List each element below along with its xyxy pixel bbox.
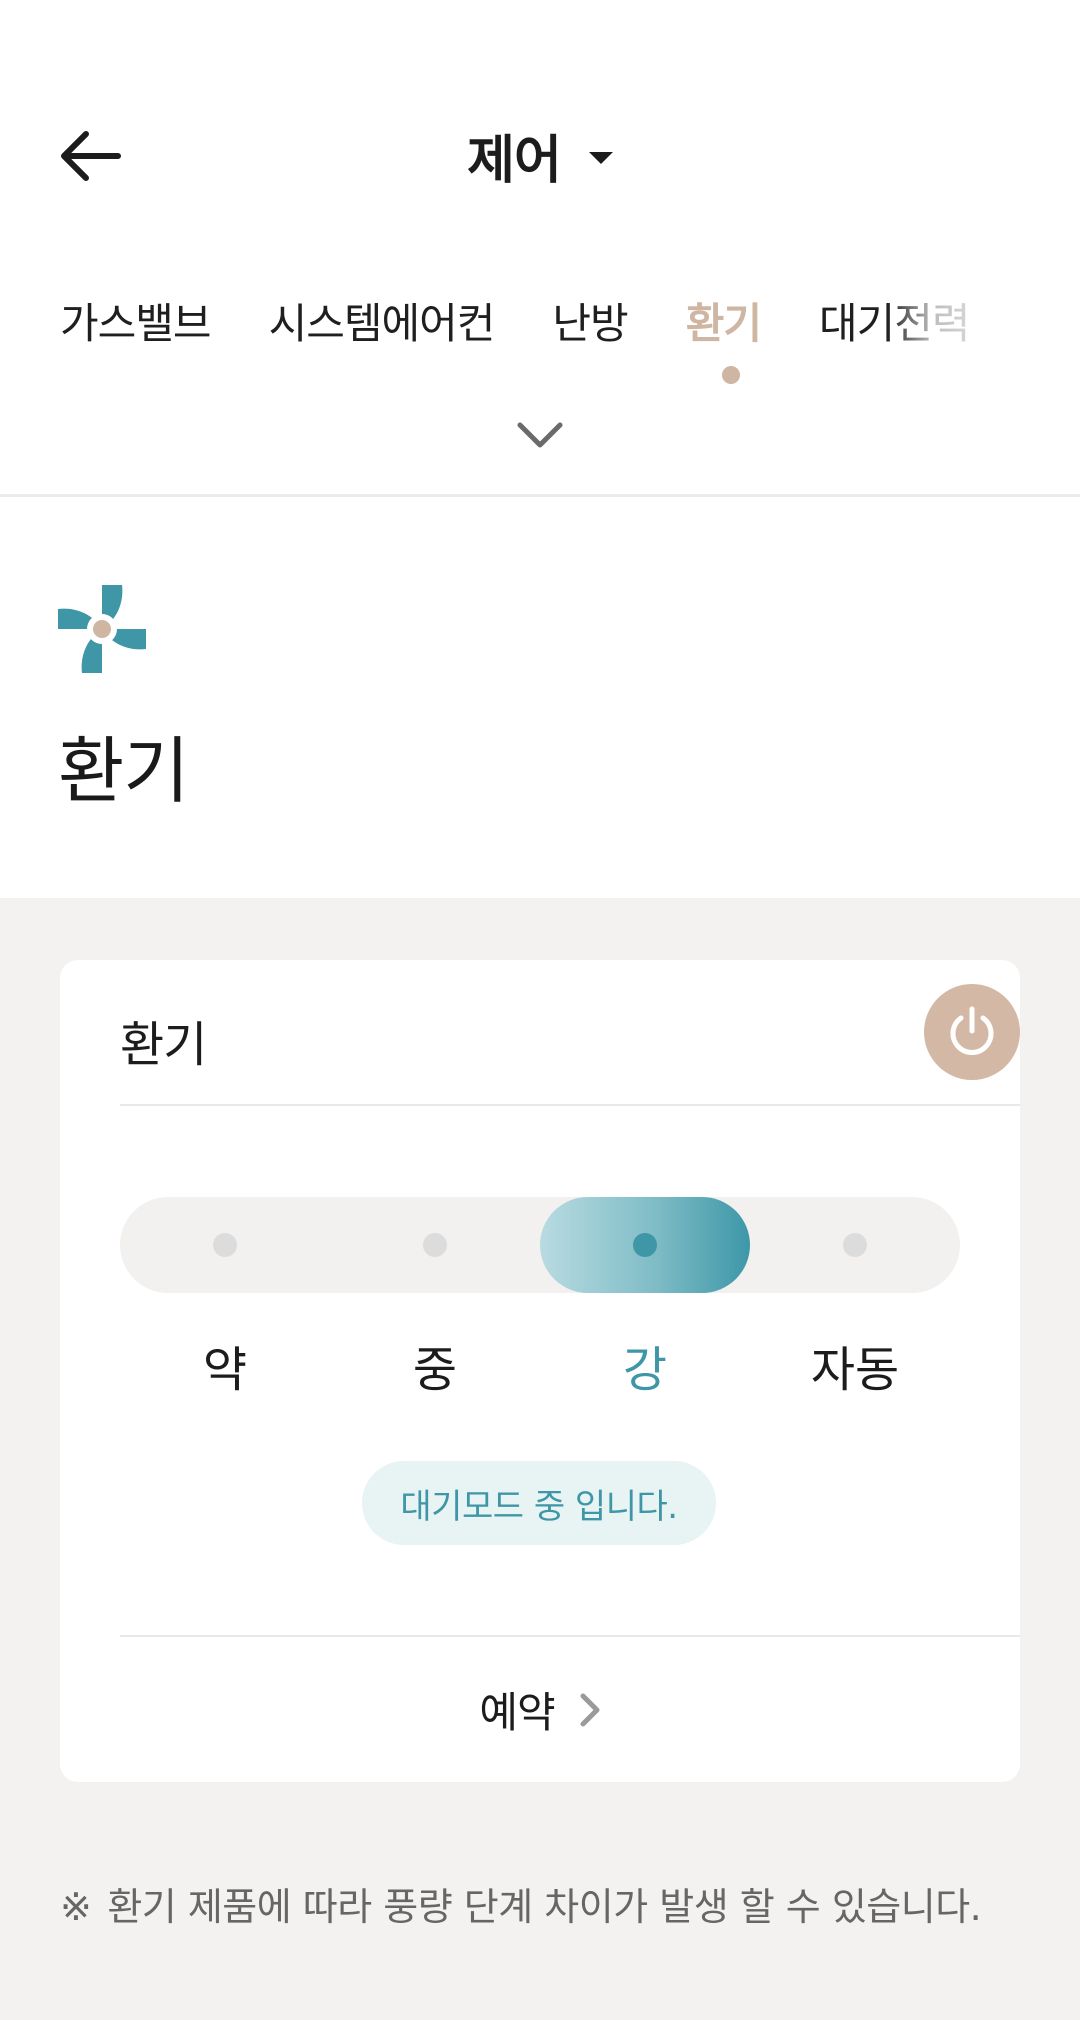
power-button[interactable] [924, 984, 1020, 1080]
footnote: ※ 환기 제품에 따라 풍량 단계 차이가 발생 할 수 있습니다. [60, 1876, 982, 1931]
card-title: 환기 [120, 1017, 207, 1073]
reserve-label: 예약 [479, 1688, 555, 1737]
tab-standby-power[interactable]: 대기전력 [819, 290, 971, 350]
card-header: 환기 [120, 960, 1020, 1106]
slider-stop-medium[interactable] [423, 1233, 447, 1257]
footnote-text: 환기 제품에 따라 풍량 단계 차이가 발생 할 수 있습니다. [107, 1885, 982, 1929]
active-tab-indicator [722, 366, 740, 384]
page-header-title: 제어 [467, 131, 562, 191]
tab-system-aircon[interactable]: 시스템에어컨 [269, 290, 496, 350]
tab-heating[interactable]: 난방 [552, 290, 628, 350]
fan-speed-labels: 약 중 강 자동 [120, 1330, 960, 1400]
slider-stop-weak[interactable] [213, 1233, 237, 1257]
level-label-weak[interactable]: 약 [120, 1330, 330, 1400]
level-label-auto[interactable]: 자동 [750, 1330, 960, 1400]
ventilation-card: 환기 약 중 강 자동 대기모드 중 입니다. 예약 [60, 960, 1020, 1782]
slider-stop-auto[interactable] [843, 1233, 867, 1257]
category-tabs: 가스밸브 시스템에어컨 난방 환기 대기전력 [60, 290, 1080, 350]
status-badge: 대기모드 중 입니다. [362, 1461, 716, 1545]
header: 제어 [0, 100, 1080, 212]
top-section: 제어 가스밸브 시스템에어컨 난방 환기 대기전력 환기 [0, 0, 1080, 898]
reference-mark: ※ [60, 1885, 92, 1929]
title-dropdown[interactable]: 제어 [0, 118, 1080, 193]
ventilation-fan-icon [58, 585, 146, 673]
power-icon [950, 1006, 994, 1055]
tab-ventilation[interactable]: 환기 [686, 290, 762, 350]
level-label-medium[interactable]: 중 [330, 1330, 540, 1400]
caret-down-icon [588, 151, 613, 164]
chevron-right-icon [580, 1693, 600, 1726]
expand-tabs-button[interactable] [511, 416, 569, 456]
fan-speed-slider[interactable] [120, 1197, 960, 1293]
slider-stop-strong[interactable] [633, 1233, 657, 1257]
divider [0, 494, 1080, 497]
tab-gas-valve[interactable]: 가스밸브 [60, 290, 212, 350]
reserve-button[interactable]: 예약 [60, 1637, 1020, 1782]
page-title: 환기 [58, 729, 189, 813]
chevron-down-icon [517, 422, 563, 448]
level-label-strong[interactable]: 강 [540, 1330, 750, 1400]
